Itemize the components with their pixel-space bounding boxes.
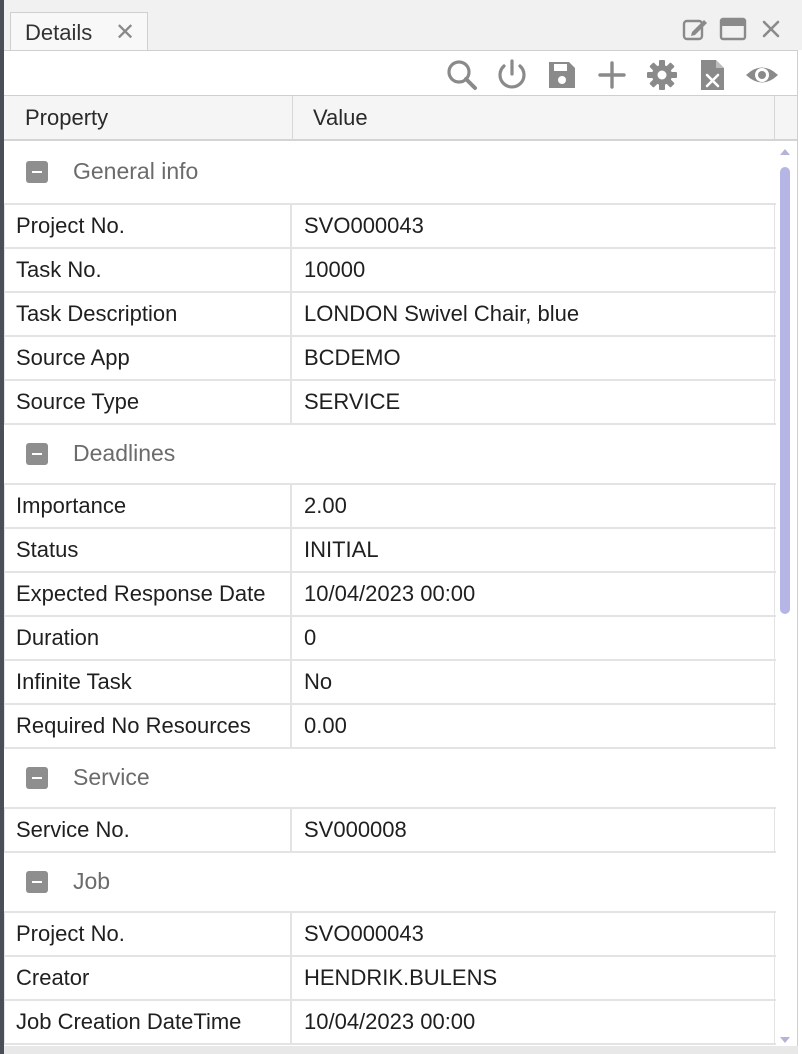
collapse-icon[interactable] [26,443,48,465]
group-label: Service [73,764,150,790]
table-row[interactable]: Infinite Task No [4,661,776,705]
property-value[interactable]: LONDON Swivel Chair, blue [292,293,775,335]
table-row[interactable]: Importance 2.00 [4,483,776,529]
scrollbar-thumb[interactable] [780,167,790,614]
property-value[interactable]: INITIAL [292,529,775,571]
tab-details[interactable]: Details ✕ [10,12,148,50]
group-header-job[interactable]: Job [4,853,776,911]
property-value[interactable]: SV000008 [292,809,775,851]
power-icon[interactable] [494,58,530,92]
property-value[interactable]: HENDRIK.BULENS [292,957,775,999]
property-value[interactable]: 0.00 [292,705,775,747]
group-label: Job [73,868,111,894]
property-value[interactable]: SVO000043 [292,205,775,247]
property-name: Creator [4,957,292,999]
close-icon[interactable] [756,14,786,44]
property-value[interactable]: 0 [292,617,775,659]
scroll-down-arrow-icon[interactable] [780,1037,790,1043]
table-row[interactable]: Creator HENDRIK.BULENS [4,957,776,1001]
add-icon[interactable] [594,58,630,92]
table-row[interactable]: Expected Response Date 10/04/2023 00:00 [4,573,776,617]
property-grid: General info Project No. SVO000043 Task … [4,141,776,1045]
property-value[interactable]: No [292,661,775,703]
save-icon[interactable] [544,58,580,92]
table-row[interactable]: Source App BCDEMO [4,337,776,381]
column-header-property[interactable]: Property [25,96,291,140]
table-row[interactable]: Required No Resources 0.00 [4,705,776,749]
property-name: Project No. [4,913,292,955]
property-value[interactable]: SERVICE [292,381,775,423]
settings-icon[interactable] [644,58,680,92]
collapse-icon[interactable] [26,871,48,893]
details-pane: Property Value General info Project No. … [4,50,798,1050]
property-name: Service No. [4,809,292,851]
tab-close-icon[interactable]: ✕ [115,18,135,47]
edit-icon[interactable] [680,14,710,44]
property-value[interactable]: BCDEMO [292,337,775,379]
table-row[interactable]: Duration 0 [4,617,776,661]
property-name: Status [4,529,292,571]
property-value[interactable]: 10/04/2023 00:00 [292,1001,775,1043]
column-divider[interactable] [774,96,775,140]
maximize-icon[interactable] [718,14,748,44]
property-value[interactable]: 10000 [292,249,775,291]
table-row[interactable]: Service No. SV000008 [4,807,776,853]
table-row[interactable]: Job Creation DateTime 10/04/2023 00:00 [4,1001,776,1045]
property-name: Required No Resources [4,705,292,747]
table-row[interactable]: Task No. 10000 [4,249,776,293]
grid-header: Property Value [4,95,797,141]
collapse-icon[interactable] [26,161,48,183]
group-header-deadlines[interactable]: Deadlines [4,425,776,483]
property-name: Source App [4,337,292,379]
group-label: Deadlines [73,440,176,466]
property-name: Source Type [4,381,292,423]
view-icon[interactable] [744,58,780,92]
group-header-general-info[interactable]: General info [4,141,776,203]
property-value[interactable]: 10/04/2023 00:00 [292,573,775,615]
property-name: Task Description [4,293,292,335]
collapse-icon[interactable] [26,767,48,789]
table-row[interactable]: Source Type SERVICE [4,381,776,425]
property-value[interactable]: 2.00 [292,485,775,527]
scroll-up-arrow-icon[interactable] [780,149,790,155]
property-value[interactable]: SVO000043 [292,913,775,955]
tab-details-label: Details [25,20,93,45]
group-label: General info [73,158,199,184]
property-name: Project No. [4,205,292,247]
column-divider[interactable] [292,96,293,140]
table-row[interactable]: Status INITIAL [4,529,776,573]
column-header-value[interactable]: Value [313,96,773,140]
table-row[interactable]: Task Description LONDON Swivel Chair, bl… [4,293,776,337]
property-name: Importance [4,485,292,527]
bottom-edge [4,1046,798,1054]
table-row[interactable]: Project No. SVO000043 [4,911,776,957]
property-name: Duration [4,617,292,659]
search-icon[interactable] [444,58,480,92]
excel-export-icon[interactable] [694,58,730,92]
property-name: Task No. [4,249,292,291]
property-name: Expected Response Date [4,573,292,615]
table-row[interactable]: Project No. SVO000043 [4,203,776,249]
property-name: Infinite Task [4,661,292,703]
group-header-service[interactable]: Service [4,749,776,807]
property-name: Job Creation DateTime [4,1001,292,1043]
